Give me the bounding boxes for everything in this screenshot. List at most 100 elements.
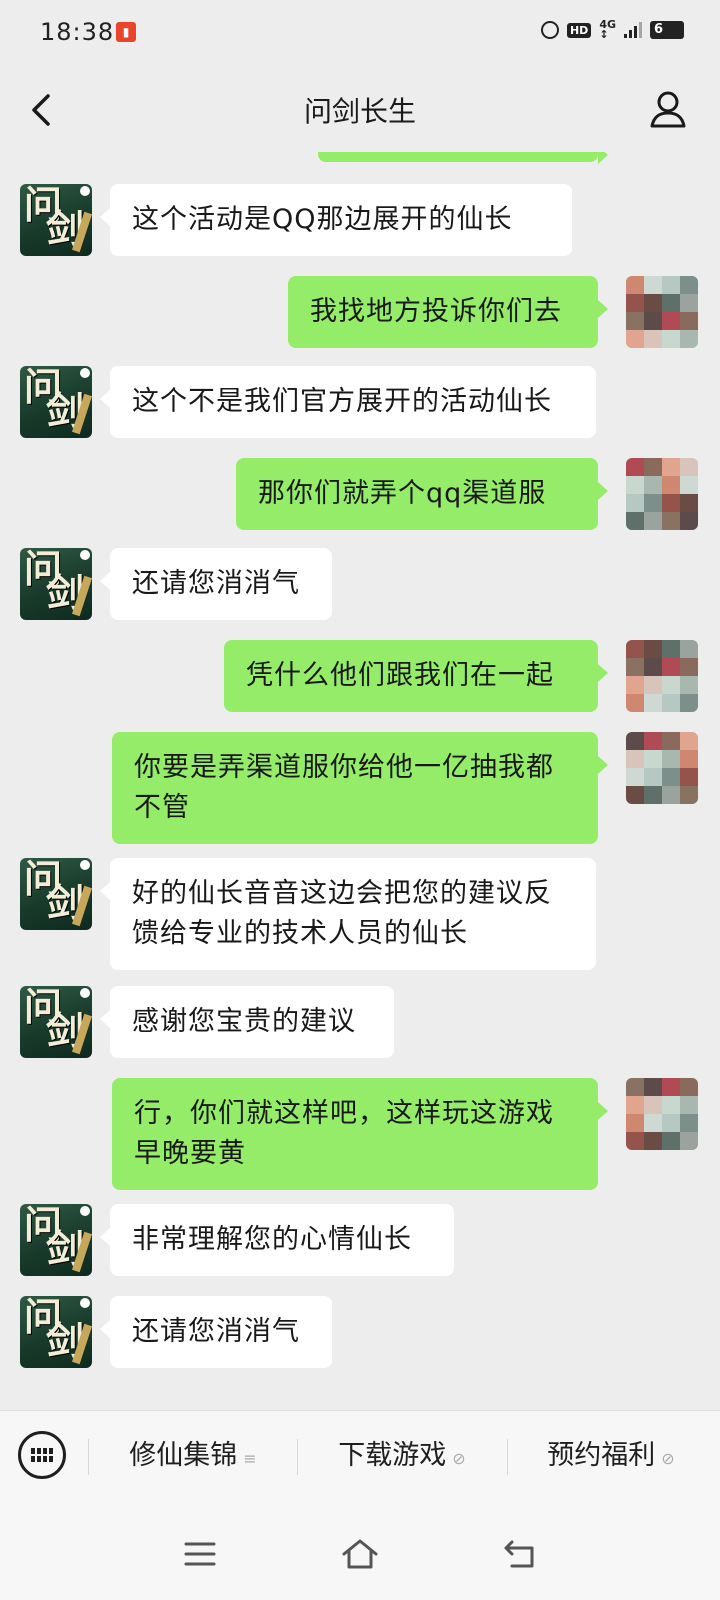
message-bubble[interactable]: 还请您消消气 [100, 548, 332, 620]
official-avatar[interactable]: 问剑 [20, 1204, 92, 1276]
menu-divider [88, 1439, 89, 1475]
avatar-dot [80, 186, 90, 196]
avatar-pixel [680, 330, 698, 348]
avatar-pixel [662, 750, 680, 768]
message-text-line: 馈给专业的技术人员的仙长 [132, 918, 468, 949]
message-bubble[interactable]: 还请您消消气 [100, 1296, 332, 1368]
avatar-pixel [644, 676, 662, 694]
user-avatar[interactable] [626, 640, 698, 712]
avatar-pixel [626, 312, 644, 330]
message-bubble[interactable]: 感谢您宝贵的建议 [100, 986, 394, 1058]
avatar-pixel [644, 458, 662, 476]
avatar-dot [80, 1298, 90, 1308]
avatar-pixel [680, 1132, 698, 1150]
avatar-pixel [680, 494, 698, 512]
official-avatar[interactable]: 问剑 [20, 548, 92, 620]
avatar-pixel [626, 1114, 644, 1132]
avatar-pixel [626, 330, 644, 348]
avatar-pixel [680, 658, 698, 676]
avatar-dot [80, 550, 90, 560]
user-avatar[interactable] [626, 276, 698, 348]
avatar-pixel [662, 694, 680, 712]
bottom-menu: 修仙集锦 ≡ 下载游戏 ⊘ 预约福利 ⊘ [0, 1410, 720, 1511]
avatar-pixel [644, 1096, 662, 1114]
user-avatar[interactable] [626, 458, 698, 530]
message-text-line: 那你们就弄个qq渠道服 [258, 478, 547, 509]
avatar-pixel [680, 768, 698, 786]
menu-item-label: 修仙集锦 [129, 1440, 238, 1471]
official-avatar[interactable]: 问剑 [20, 858, 92, 930]
avatar-pixel [626, 276, 644, 294]
official-avatar[interactable]: 问剑 [20, 366, 92, 438]
menu-item-label: 预约福利 [547, 1440, 656, 1471]
avatar-pixel [662, 640, 680, 658]
network-4g-icon: 4G ↕ [599, 18, 616, 41]
alarm-icon [540, 21, 559, 39]
avatar-pixel [644, 732, 662, 750]
message-bubble[interactable]: 这个不是我们官方展开的活动仙长 [100, 366, 596, 438]
message-bubble[interactable]: 行，你们就这样吧，这样玩这游戏 早晚要黄 [112, 1078, 608, 1190]
status-bar: 18:38 ▮ HD 4G ↕ 6 [0, 0, 720, 68]
avatar-pixel [644, 786, 662, 804]
message-text-line: 行，你们就这样吧，这样玩这游戏 [134, 1098, 554, 1129]
avatar-pixel [626, 786, 644, 804]
avatar-pixel [662, 1096, 680, 1114]
menu-item-reserve[interactable]: 预约福利 ⊘ [508, 1431, 714, 1481]
message-text-line: 非常理解您的心情仙长 [132, 1224, 412, 1255]
message-bubble[interactable]: 非常理解您的心情仙长 [100, 1204, 454, 1276]
avatar-pixel [644, 1132, 662, 1150]
avatar-pixel [626, 732, 644, 750]
home-button[interactable] [340, 1536, 380, 1572]
chat-header: 问剑长生 [0, 68, 720, 152]
avatar-pixel [662, 330, 680, 348]
message-bubble[interactable]: 好的仙长音音这边会把您的建议反 馈给专业的技术人员的仙长 [100, 858, 596, 970]
avatar-pixel [626, 676, 644, 694]
avatar-pixel [626, 640, 644, 658]
user-avatar[interactable] [626, 1078, 698, 1150]
battery-icon: 6 [650, 21, 684, 39]
profile-button[interactable] [648, 88, 688, 132]
official-avatar[interactable]: 问剑 [20, 1296, 92, 1368]
official-avatar[interactable]: 问剑 [20, 986, 92, 1058]
hd-icon: HD [566, 22, 592, 38]
message-bubble[interactable]: 我找地方投诉你们去 [288, 276, 608, 348]
avatar-pixel [680, 676, 698, 694]
avatar-pixel [626, 294, 644, 312]
message-text-line: 感谢您宝贵的建议 [132, 1006, 356, 1037]
keyboard-button[interactable] [18, 1431, 66, 1479]
chat-messages[interactable]: 问剑这个活动是QQ那边展开的仙长 我找地方投诉你们去问剑这个不是我们官方展开的活动… [0, 152, 720, 1410]
message-bubble[interactable]: 这个活动是QQ那边展开的仙长 [100, 184, 572, 256]
message-bubble[interactable]: 凭什么他们跟我们在一起 [224, 640, 608, 712]
avatar-pixel [644, 658, 662, 676]
person-icon [650, 91, 686, 128]
avatar-dot [80, 988, 90, 998]
message-bubble[interactable]: 你要是弄渠道服你给他一亿抽我都 不管 [112, 732, 608, 844]
user-avatar[interactable] [626, 732, 698, 804]
avatar-pixel [626, 476, 644, 494]
menu-item-download[interactable]: 下载游戏 ⊘ [298, 1431, 506, 1481]
avatar-pixel [662, 1132, 680, 1150]
message-bubble[interactable]: 那你们就弄个qq渠道服 [236, 458, 608, 530]
avatar-pixel [680, 1096, 698, 1114]
link-icon: ⊘ [452, 1449, 466, 1468]
message-text-line: 还请您消消气 [132, 568, 300, 599]
official-avatar[interactable]: 问剑 [20, 184, 92, 256]
avatar-pixel [626, 768, 644, 786]
avatar-pixel [644, 330, 662, 348]
avatar-pixel [644, 476, 662, 494]
menu-item-xiuxian[interactable]: 修仙集锦 ≡ [90, 1431, 296, 1481]
system-back-button[interactable] [500, 1536, 540, 1572]
message-text-line: 还请您消消气 [132, 1316, 300, 1347]
avatar-pixel [680, 512, 698, 530]
recent-apps-button[interactable] [180, 1536, 220, 1572]
avatar-pixel [626, 658, 644, 676]
avatar-pixel [644, 768, 662, 786]
avatar-pixel [662, 768, 680, 786]
avatar-pixel [662, 276, 680, 294]
avatar-pixel [662, 494, 680, 512]
chat-title: 问剑长生 [303, 95, 416, 128]
return-icon [504, 1540, 534, 1568]
avatar-pixel [680, 786, 698, 804]
avatar-pixel [662, 658, 680, 676]
link-icon: ⊘ [661, 1449, 675, 1468]
